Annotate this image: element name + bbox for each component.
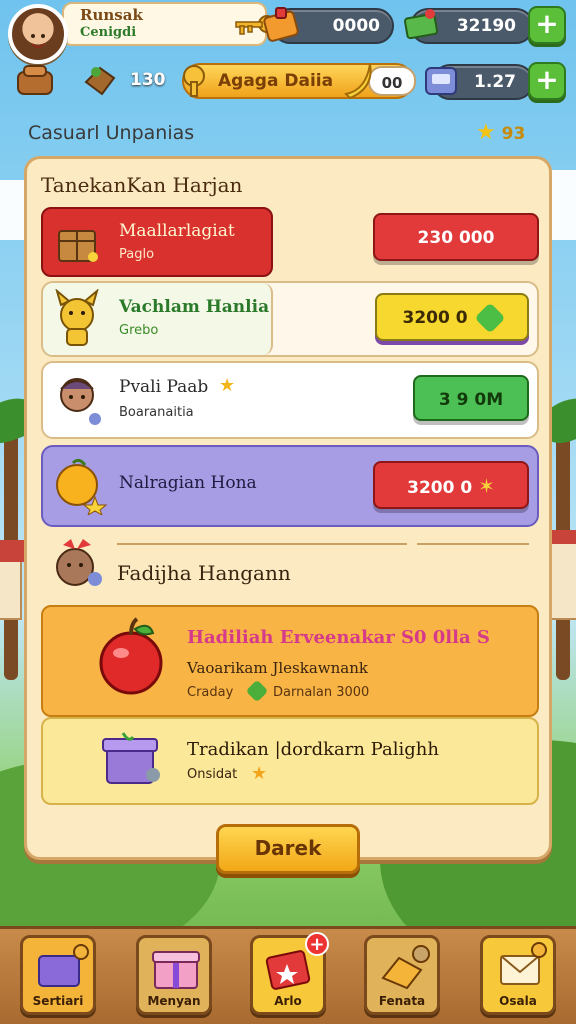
- worker-icon: [60, 378, 101, 425]
- gifts-subheading: Fadijha Hangann: [117, 561, 291, 585]
- divider: [117, 543, 407, 545]
- key-hand-icon: [183, 65, 205, 97]
- sparkle-icon: ✶: [478, 474, 495, 498]
- gift-offer-card[interactable]: Hadiliah Erveenakar S0 0lla S Vaoarikam …: [41, 605, 539, 717]
- gift-offer-card[interactable]: Tradikan |dordkarn Palighh Onsidat ★: [41, 717, 539, 805]
- star-count: 93: [501, 124, 526, 144]
- divider: [417, 543, 529, 545]
- chest-value: 0000: [332, 16, 380, 36]
- gift-title: Hadiliah Erveenakar S0 0lla S: [187, 627, 490, 648]
- shop-row-card[interactable]: Nalragian Hona: [43, 447, 283, 525]
- tab-label: Sertiari: [32, 994, 84, 1008]
- row-subtitle: Grebo: [119, 323, 159, 338]
- player-card[interactable]: Runsak Cenigdi 0: [62, 2, 305, 46]
- house-roof: [0, 540, 26, 562]
- present-icon: [152, 951, 200, 989]
- row-title: Nalragian Hona: [119, 473, 257, 493]
- shop-row: Maallarlagiat Paglo 230 000: [41, 207, 539, 279]
- chest-icon: [263, 7, 299, 42]
- gift-meta-right: Darnalan 3000: [273, 685, 370, 700]
- gem-icon: [474, 302, 507, 334]
- player-name: Runsak: [80, 6, 143, 24]
- back-button[interactable]: Darek: [216, 824, 360, 874]
- star-counter: ★ 93: [476, 120, 525, 145]
- dog-icon: [55, 289, 99, 346]
- gift-title: Tradikan |dordkarn Palighh: [187, 739, 439, 760]
- house: [0, 560, 22, 620]
- basket-icon: [17, 65, 53, 95]
- gift-subtitle: Onsidat: [187, 767, 238, 782]
- tab-arlo[interactable]: + Arlo: [250, 932, 329, 1015]
- shop-row: Pvali Paab ★ Boaranaitia 3 9 0M: [41, 361, 539, 439]
- cash-icon: [403, 9, 439, 40]
- shop-row-card[interactable]: Maallarlagiat Paglo: [41, 207, 273, 277]
- tab-sertiari[interactable]: Sertiari: [20, 935, 96, 1015]
- section-title: Casuarl Unpanias: [28, 122, 195, 144]
- row-title: Maallarlagiat: [119, 221, 235, 241]
- avatar-face-icon: [31, 34, 45, 48]
- crate-icon: [58, 230, 98, 262]
- banana-icon: [343, 63, 372, 100]
- add-gem-button[interactable]: +: [528, 62, 566, 100]
- megaphone-icon: [381, 945, 430, 990]
- gem-value: 1.27: [474, 72, 516, 92]
- top-hud: Runsak Cenigdi 0 0000 32190 +: [0, 0, 576, 110]
- bottom-nav: Sertiari Menyan + Arlo Fenata Osala: [0, 926, 576, 1024]
- buy-button[interactable]: 230 000: [373, 213, 539, 261]
- star-icon: ★: [219, 375, 236, 396]
- shop-panel: TanekanKan Harjan Maallarlagiat Paglo 23…: [24, 156, 552, 860]
- cash-value: 32190: [456, 16, 516, 36]
- machine-icon: [425, 67, 457, 95]
- tab-menyan[interactable]: Menyan: [136, 935, 212, 1015]
- buy-button[interactable]: 3 9 0M: [413, 375, 529, 421]
- row-subtitle: Paglo: [119, 247, 155, 262]
- shop-row: Nalragian Hona 3200 0 ✶: [41, 445, 539, 527]
- buy-button[interactable]: 3200 0: [375, 293, 529, 341]
- apple-icon: [99, 617, 163, 695]
- gift-box-icon: [102, 732, 160, 784]
- player-subtitle: Cenigdi: [80, 25, 137, 40]
- buy-button-label: 3200 0: [402, 308, 468, 328]
- tab-label: Fenata: [378, 994, 426, 1008]
- shop-row-card[interactable]: Pvali Paab ★ Boaranaitia: [43, 363, 283, 437]
- ad-bonus-pill[interactable]: Agaga Daiia 00: [182, 63, 416, 99]
- row-subtitle: Boaranaitia: [119, 405, 194, 420]
- tab-label: Arlo: [274, 994, 302, 1008]
- shop-row-card[interactable]: Vachlam Hanlia Grebo: [43, 283, 273, 355]
- gift-meta-left: Craday: [187, 685, 234, 700]
- star-icon: ★: [476, 120, 496, 145]
- gem-icon: [245, 679, 269, 703]
- row-title: Pvali Paab: [119, 377, 209, 397]
- gift-subtitle: Vaoarikam Jleskawnank: [187, 659, 368, 677]
- envelope-icon: [500, 942, 547, 985]
- add-cash-button[interactable]: +: [528, 6, 566, 44]
- orange-icon: [56, 458, 108, 515]
- buy-button[interactable]: 3200 0 ✶: [373, 461, 529, 509]
- house: [548, 540, 576, 620]
- star-icon: ★: [251, 763, 268, 784]
- buy-button-label: 3200 0: [407, 478, 473, 498]
- tab-fenata[interactable]: Fenata: [364, 935, 440, 1015]
- tab-label: Osala: [499, 994, 537, 1008]
- gift-box-icon: [38, 944, 89, 987]
- ad-bonus-label: Agaga Daiia: [218, 71, 334, 91]
- villager-icon: [56, 539, 102, 586]
- tab-osala[interactable]: Osala: [480, 935, 556, 1015]
- notification-badge: +: [305, 932, 329, 956]
- wood-icon: [84, 66, 116, 96]
- row-title: Vachlam Hanlia: [119, 297, 270, 317]
- shop-row: Vachlam Hanlia Grebo 3200 0: [41, 281, 539, 357]
- player-avatar[interactable]: [8, 4, 68, 64]
- tab-label: Menyan: [147, 994, 201, 1008]
- panel-title: TanekanKan Harjan: [41, 173, 243, 197]
- wood-value: 130: [130, 70, 166, 90]
